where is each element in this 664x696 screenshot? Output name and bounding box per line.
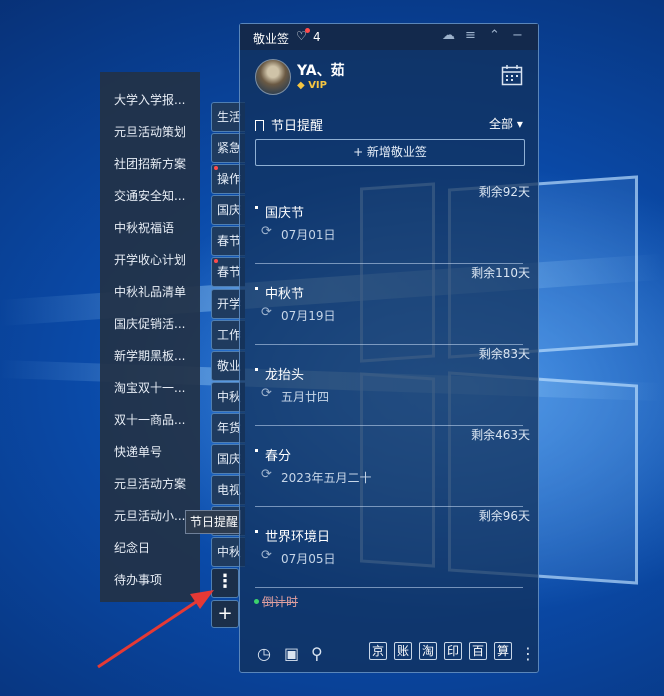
reminder-name: 中秋节 (265, 287, 305, 302)
shortcut-button[interactable]: 算 (494, 642, 512, 660)
reminder-item[interactable]: 中秋节 ⟳ 07月19日 剩余110天 (255, 264, 530, 345)
note-list-item[interactable]: 元旦活动方案 (100, 468, 200, 500)
note-list-item[interactable]: 待办事项 (100, 564, 200, 596)
shortcut-button[interactable]: 账 (394, 642, 412, 660)
shortcut-button[interactable]: 印 (444, 642, 462, 660)
bullet-icon (255, 530, 258, 533)
collapse-icon[interactable]: ⌃ (489, 28, 500, 43)
reminder-name: 春分 (265, 449, 292, 464)
repeat-icon: ⟳ (261, 386, 272, 401)
reminder-name: 国庆节 (265, 206, 305, 221)
add-tab-button[interactable]: + (211, 600, 239, 628)
reminder-name: 龙抬头 (265, 368, 305, 383)
notification-count: 4 (313, 30, 321, 44)
remaining-days: 剩余92天 (478, 185, 530, 199)
repeat-icon: ⟳ (261, 224, 272, 239)
repeat-icon: ⟳ (261, 548, 272, 563)
bullet-icon (255, 206, 258, 209)
diamond-icon: ◆ (297, 80, 305, 91)
reminder-date: 07月05日 (281, 552, 336, 566)
reminder-date: 07月01日 (281, 228, 336, 242)
calendar-icon[interactable] (501, 64, 523, 86)
section-title-text: 节日提醒 (271, 119, 324, 134)
section-title: 节日提醒 (255, 115, 323, 134)
main-window: 敬业签 ♡ 4 ☁ ≡ ⌃ − YA、茹 ◆ VIP 节日提醒 全部 ▾ + 新… (239, 23, 539, 673)
minimize-icon[interactable]: − (512, 28, 523, 43)
cloud-sync-icon[interactable]: ☁ (442, 28, 455, 43)
reminder-item[interactable]: 国庆节 ⟳ 07月01日 剩余92天 (255, 183, 530, 264)
reminder-date: 07月19日 (281, 309, 336, 323)
avatar[interactable] (255, 59, 291, 95)
remaining-days: 剩余83天 (478, 347, 530, 361)
filter-dropdown[interactable]: 全部 ▾ (489, 115, 523, 132)
shortcut-button[interactable]: 淘 (419, 642, 437, 660)
note-list-item[interactable]: 中秋礼品清单 (100, 276, 200, 308)
repeat-icon: ⟳ (261, 305, 272, 320)
shortcut-button[interactable]: 京 (369, 642, 387, 660)
shortcut-button[interactable]: 百 (469, 642, 487, 660)
reminder-name: 世界环境日 (265, 530, 331, 545)
tooltip: 节日提醒 (185, 510, 241, 534)
reminder-item[interactable]: 龙抬头 ⟳ 五月廿四 剩余83天 (255, 345, 530, 426)
repeat-icon: ⟳ (261, 467, 272, 482)
note-list-item[interactable]: 社团招新方案 (100, 148, 200, 180)
search-icon[interactable]: ⚲ (311, 644, 323, 663)
note-list-item[interactable]: 纪念日 (100, 532, 200, 564)
note-list-item[interactable]: 双十一商品... (100, 404, 200, 436)
more-button[interactable]: ⋮ (211, 568, 239, 598)
countdown-item[interactable]: 倒计时 (254, 593, 298, 610)
bullet-icon (255, 449, 258, 452)
note-list-item[interactable]: 国庆促销活... (100, 308, 200, 340)
remaining-days: 剩余96天 (478, 509, 530, 523)
note-list-item[interactable]: 新学期黑板... (100, 340, 200, 372)
title-bar: 敬业签 ♡ 4 ☁ ≡ ⌃ − (240, 24, 538, 50)
note-list-item[interactable]: 中秋祝福语 (100, 212, 200, 244)
menu-icon[interactable]: ≡ (465, 28, 476, 43)
reminder-item[interactable]: 世界环境日 ⟳ 07月05日 剩余96天 (255, 507, 530, 588)
clock-icon[interactable]: ◷ (257, 644, 271, 663)
note-list-item[interactable]: 元旦活动策划 (100, 116, 200, 148)
add-note-button[interactable]: + 新增敬业签 (255, 139, 525, 166)
vip-badge: ◆ VIP (297, 80, 327, 91)
note-list-item[interactable]: 淘宝双十一... (100, 372, 200, 404)
bullet-icon (255, 368, 258, 371)
note-list-item[interactable]: 快递单号 (100, 436, 200, 468)
reminder-date: 五月廿四 (281, 390, 330, 404)
reminder-date: 2023年五月二十 (281, 471, 372, 485)
vip-label: VIP (308, 80, 327, 91)
bottom-toolbar: ◷ ▣ ⚲ 京账淘印百算 ⋮ (240, 634, 538, 672)
status-dot-icon (254, 599, 259, 604)
bookmark-icon (255, 120, 264, 131)
bell-icon[interactable]: ♡ (296, 28, 310, 43)
app-name: 敬业签 (253, 32, 290, 46)
note-list-item[interactable]: 开学收心计划 (100, 244, 200, 276)
more-vertical-icon[interactable]: ⋮ (520, 644, 536, 663)
remaining-days: 剩余110天 (471, 266, 530, 280)
note-list-item[interactable]: 大学入学报... (100, 84, 200, 116)
inbox-icon[interactable]: ▣ (284, 644, 299, 663)
note-list-item[interactable]: 交通安全知... (100, 180, 200, 212)
countdown-label: 倒计时 (262, 595, 299, 609)
user-name: YA、茹 (297, 63, 345, 79)
reminder-item[interactable]: 春分 ⟳ 2023年五月二十 剩余463天 (255, 426, 530, 507)
remaining-days: 剩余463天 (471, 428, 530, 442)
bullet-icon (255, 287, 258, 290)
